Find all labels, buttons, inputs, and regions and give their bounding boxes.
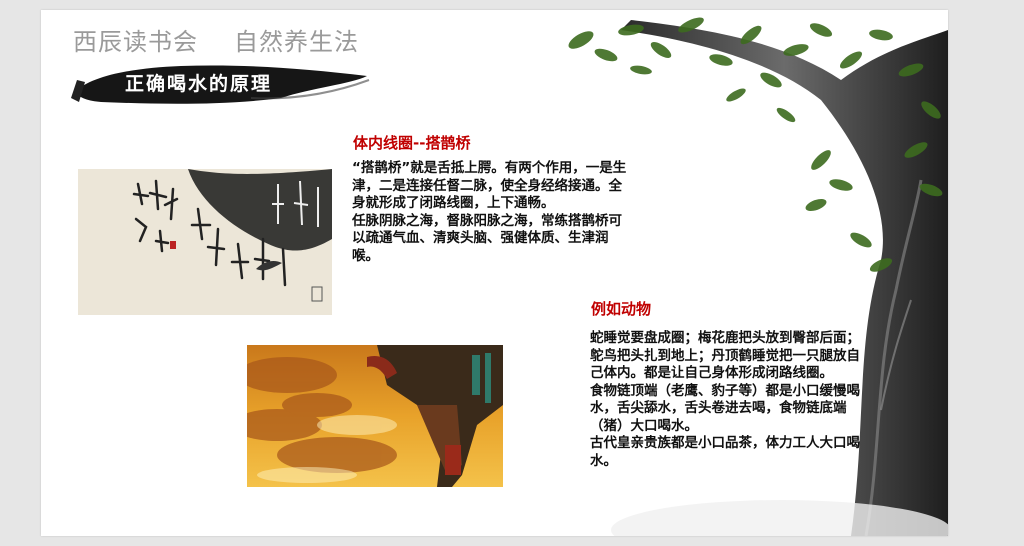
section1-paragraph: “搭鹊桥”就是舌抵上腭。有两个作用，一是生津，二是连接任督二脉，使全身经络接通。… [352, 160, 627, 211]
section2-body: 蛇睡觉要盘成圈；梅花鹿把头放到臀部后面；鸵鸟把头扎到地上；丹顶鹤睡觉把一只腿放自… [590, 330, 862, 470]
section2-heading: 例如动物 [591, 300, 652, 318]
section1-heading: 体内线圈--搭鹊桥 [353, 134, 471, 152]
header-title-left: 西辰读书会 [73, 28, 198, 56]
subtitle-banner-text: 正确喝水的原理 [125, 73, 273, 95]
section2-paragraph: 蛇睡觉要盘成圈；梅花鹿把头放到臀部后面；鸵鸟把头扎到地上；丹顶鹤睡觉把一只腿放自… [590, 330, 860, 381]
palace-roof-sunset-image [247, 345, 503, 487]
slide: 西辰读书会 自然养生法 正确喝水的原理 体内线圈--搭鹊桥 “搭鹊桥”就是舌抵上… [41, 10, 948, 536]
section1-body: “搭鹊桥”就是舌抵上腭。有两个作用，一是生津，二是连接任督二脉，使全身经络接通。… [352, 160, 634, 265]
section2-paragraph: 食物链顶端（老鹰、豹子等）都是小口缓慢喝水，舌尖舔水，舌头卷进去喝，食物链底端（… [590, 382, 860, 434]
calligraphy-painting-image [78, 169, 332, 315]
section1-paragraph: 任脉阴脉之海，督脉阳脉之海，常练搭鹊桥可以疏通气血、清爽头脑、强健体质、生津润喉… [352, 212, 622, 264]
header-title-right: 自然养生法 [234, 28, 359, 56]
header-title: 西辰读书会 自然养生法 [73, 22, 359, 57]
section2-paragraph: 古代皇亲贵族都是小口品茶，体力工人大口喝水。 [590, 435, 860, 469]
